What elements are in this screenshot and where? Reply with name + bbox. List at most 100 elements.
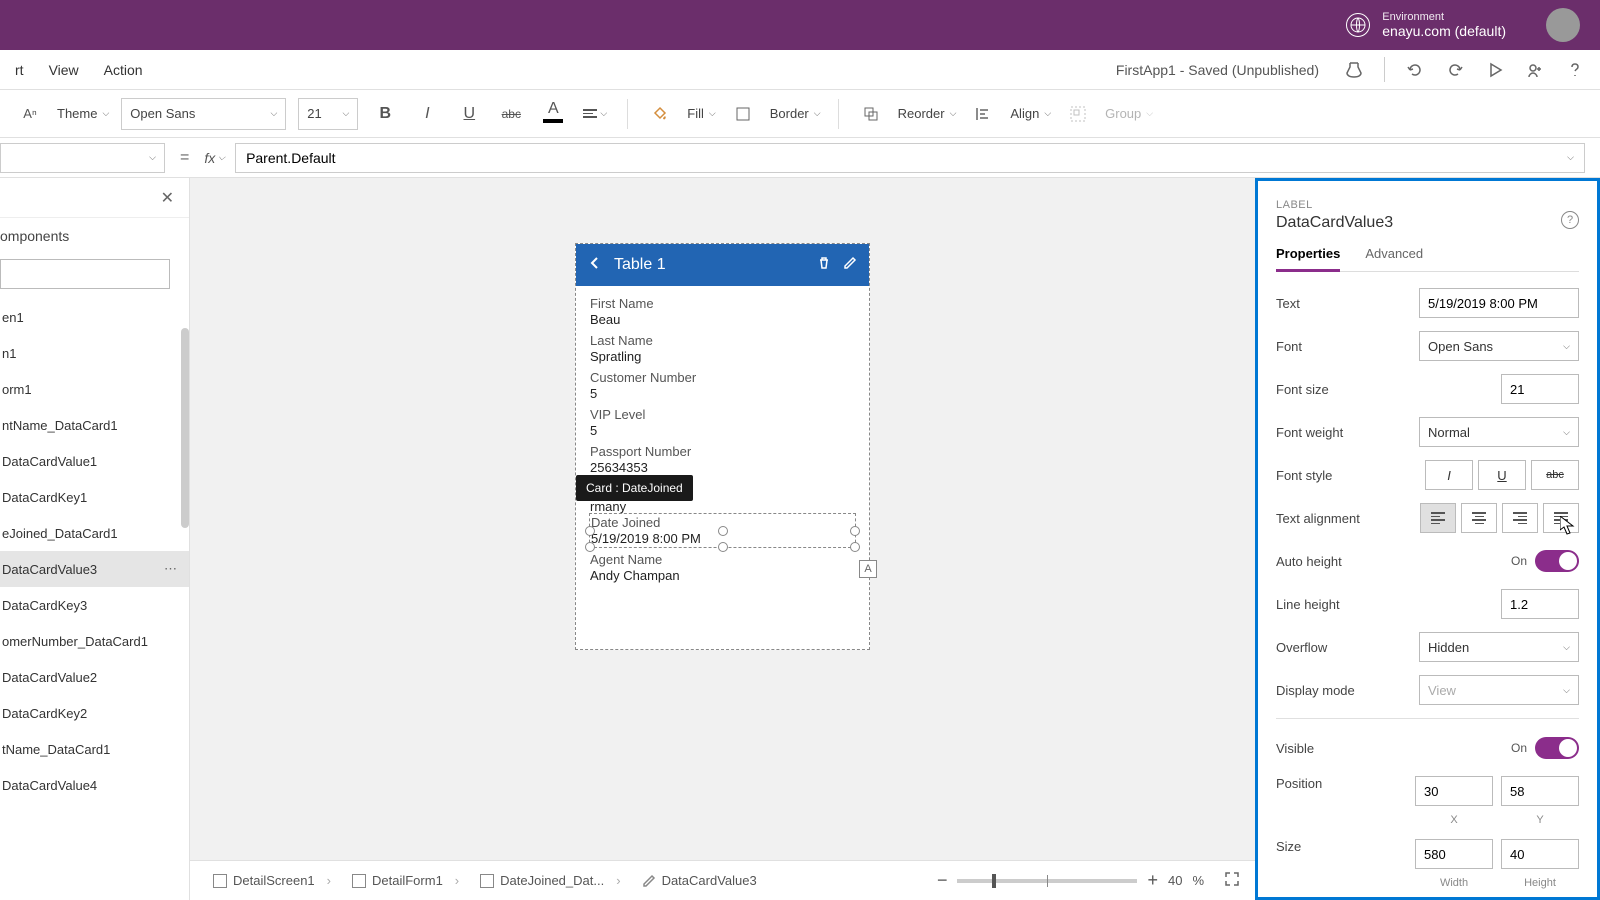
zoom-out-icon[interactable]: −	[937, 870, 948, 891]
fx-label[interactable]: fx⌵	[204, 150, 225, 166]
tree-item[interactable]: DataCardValue4	[0, 767, 189, 803]
fill-dropdown[interactable]: Fill ⌵	[687, 106, 715, 121]
height-input[interactable]	[1501, 839, 1579, 869]
tree-item[interactable]: DataCardKey2	[0, 695, 189, 731]
property-dropdown[interactable]: ⌵	[0, 143, 165, 173]
screen-title: Table 1	[614, 256, 805, 274]
card-tooltip: Card : DateJoined	[576, 475, 693, 501]
strike-button[interactable]: abc	[1531, 460, 1579, 490]
reorder-icon[interactable]	[856, 98, 886, 130]
fit-screen-icon[interactable]	[1224, 871, 1240, 890]
align-justify-button[interactable]	[1543, 503, 1579, 533]
diagnostics-icon[interactable]	[1344, 60, 1364, 80]
auto-height-toggle[interactable]	[1535, 550, 1579, 572]
globe-icon	[1346, 13, 1370, 37]
formula-input[interactable]: Parent.Default⌵	[235, 143, 1585, 173]
tree-item[interactable]: eJoined_DataCard1	[0, 515, 189, 551]
font-color-icon[interactable]: A	[538, 98, 568, 130]
breadcrumb-item[interactable]: DetailForm1›	[344, 869, 467, 892]
edit-icon[interactable]	[843, 256, 857, 275]
font-select[interactable]: Open Sans⌵	[1419, 331, 1579, 361]
redo-icon[interactable]	[1445, 60, 1465, 80]
tab-advanced[interactable]: Advanced	[1365, 246, 1423, 271]
equals-sign: =	[180, 149, 189, 167]
close-icon[interactable]: ✕	[161, 188, 174, 208]
border-icon[interactable]	[728, 98, 758, 130]
zoom-slider[interactable]	[957, 879, 1137, 883]
zoom-value: 40	[1168, 873, 1182, 888]
tree-item[interactable]: DataCardKey1	[0, 479, 189, 515]
env-name: enayu.com (default)	[1382, 23, 1506, 39]
tree-item[interactable]: DataCardKey3	[0, 587, 189, 623]
tree-search-input[interactable]	[0, 259, 170, 289]
tree-item[interactable]: en1	[0, 299, 189, 335]
tree-item[interactable]: orm1	[0, 371, 189, 407]
environment-block[interactable]: Environment enayu.com (default)	[1346, 11, 1506, 39]
help-icon[interactable]	[1565, 60, 1585, 80]
width-input[interactable]	[1415, 839, 1493, 869]
zoom-unit: %	[1192, 873, 1204, 888]
strikethrough-icon[interactable]: abc	[496, 98, 526, 130]
tree-item[interactable]: DataCardValue3⋯	[0, 551, 189, 587]
help-icon[interactable]: ?	[1561, 211, 1579, 229]
position-y-input[interactable]	[1501, 776, 1579, 806]
theme-dropdown[interactable]: Theme ⌵	[57, 106, 109, 121]
text-input[interactable]	[1419, 288, 1579, 318]
overflow-select[interactable]: Hidden⌵	[1419, 632, 1579, 662]
align-center-button[interactable]	[1461, 503, 1497, 533]
group-icon[interactable]	[1063, 98, 1093, 130]
underline-icon[interactable]: U	[454, 98, 484, 130]
tree-item[interactable]: n1	[0, 335, 189, 371]
delete-icon[interactable]	[817, 256, 831, 275]
tree-item[interactable]: omerNumber_DataCard1	[0, 623, 189, 659]
tree-item[interactable]: tName_DataCard1	[0, 731, 189, 767]
reorder-dropdown[interactable]: Reorder ⌵	[898, 106, 957, 121]
italic-button[interactable]: I	[1425, 460, 1473, 490]
text-align-icon[interactable]: ⌵	[580, 98, 610, 130]
italic-icon[interactable]: I	[412, 98, 442, 130]
font-select[interactable]: Open Sans⌵	[121, 98, 286, 130]
play-icon[interactable]	[1485, 60, 1505, 80]
menu-view[interactable]: View	[49, 62, 79, 78]
undo-icon[interactable]	[1405, 60, 1425, 80]
align-dropdown[interactable]: Align ⌵	[1010, 106, 1051, 121]
env-label: Environment	[1382, 11, 1506, 23]
menu-action[interactable]: Action	[104, 62, 143, 78]
position-x-input[interactable]	[1415, 776, 1493, 806]
breadcrumb-item[interactable]: DateJoined_Dat...›	[472, 869, 628, 892]
visible-toggle[interactable]	[1535, 737, 1579, 759]
format-painter-icon[interactable]: Aⁿ	[15, 98, 45, 130]
phone-preview[interactable]: Table 1 First NameBeauLast NameSpratling…	[575, 243, 870, 650]
zoom-in-icon[interactable]: +	[1147, 870, 1158, 891]
align-right-button[interactable]	[1502, 503, 1538, 533]
line-height-input[interactable]	[1501, 589, 1579, 619]
align-icon[interactable]	[968, 98, 998, 130]
breadcrumb-item[interactable]: DetailScreen1›	[205, 869, 339, 892]
font-size-select[interactable]: 21⌵	[298, 98, 358, 130]
display-mode-select[interactable]: View⌵	[1419, 675, 1579, 705]
user-avatar[interactable]	[1546, 8, 1580, 42]
underline-button[interactable]: U	[1478, 460, 1526, 490]
tab-properties[interactable]: Properties	[1276, 246, 1340, 272]
accessibility-badge[interactable]: A	[859, 560, 877, 578]
border-dropdown[interactable]: Border ⌵	[770, 106, 821, 121]
fill-color-icon[interactable]	[645, 98, 675, 130]
selected-datacard[interactable]: Date Joined5/19/2019 8:00 PM A	[589, 513, 856, 548]
tree-item[interactable]: ntName_DataCard1	[0, 407, 189, 443]
breadcrumb-item[interactable]: DataCardValue3	[634, 869, 765, 892]
components-tab[interactable]: omponents	[0, 218, 189, 254]
bold-icon[interactable]: B	[370, 98, 400, 130]
font-weight-select[interactable]: Normal⌵	[1419, 417, 1579, 447]
tree-scrollbar[interactable]	[181, 328, 189, 528]
properties-panel: ? LABEL DataCardValue3 Properties Advanc…	[1255, 178, 1600, 900]
tree-item[interactable]: DataCardValue2	[0, 659, 189, 695]
back-icon[interactable]	[588, 256, 602, 275]
canvas-area[interactable]: Table 1 First NameBeauLast NameSpratling…	[190, 178, 1255, 900]
font-size-input[interactable]	[1501, 374, 1579, 404]
align-left-button[interactable]	[1420, 503, 1456, 533]
formula-bar: ⌵ = fx⌵ Parent.Default⌵	[0, 138, 1600, 178]
share-icon[interactable]	[1525, 60, 1545, 80]
tree-item[interactable]: DataCardValue1	[0, 443, 189, 479]
group-dropdown[interactable]: Group ⌵	[1105, 106, 1153, 121]
menu-insert[interactable]: rt	[15, 62, 24, 78]
